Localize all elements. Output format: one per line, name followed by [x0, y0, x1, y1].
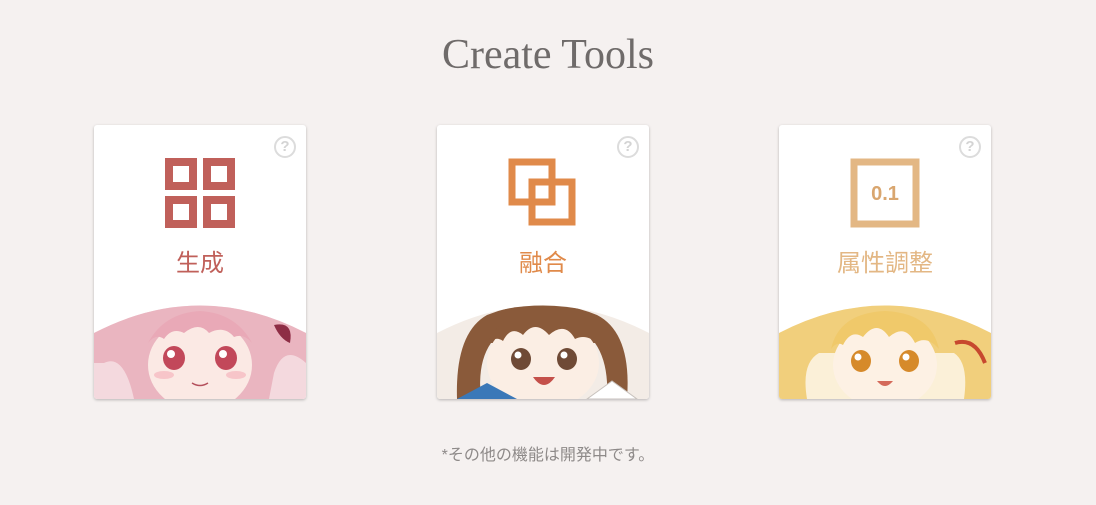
- character-illustration: [94, 305, 306, 399]
- page-title: Create Tools: [441, 32, 655, 78]
- value-box-icon: 0.1: [850, 158, 920, 228]
- value-box-text: 0.1: [871, 183, 899, 205]
- help-icon[interactable]: ?: [617, 136, 639, 158]
- help-icon[interactable]: ?: [959, 136, 981, 158]
- character-illustration: [779, 305, 991, 399]
- tool-card-fusion[interactable]: ? 融合: [437, 125, 649, 399]
- overlap-squares-icon: [508, 158, 576, 226]
- tool-label-generate: 生成: [176, 250, 224, 277]
- tool-label-fusion: 融合: [519, 250, 567, 277]
- tool-card-attribute[interactable]: ? 0.1 属性調整: [779, 125, 991, 399]
- grid-icon: [165, 158, 235, 228]
- tool-label-attribute: 属性調整: [837, 250, 933, 277]
- character-illustration: [437, 305, 649, 399]
- development-note: *その他の機能は開発中です。: [441, 447, 655, 464]
- tool-card-generate[interactable]: ? 生成: [94, 125, 306, 399]
- help-icon[interactable]: ?: [274, 136, 296, 158]
